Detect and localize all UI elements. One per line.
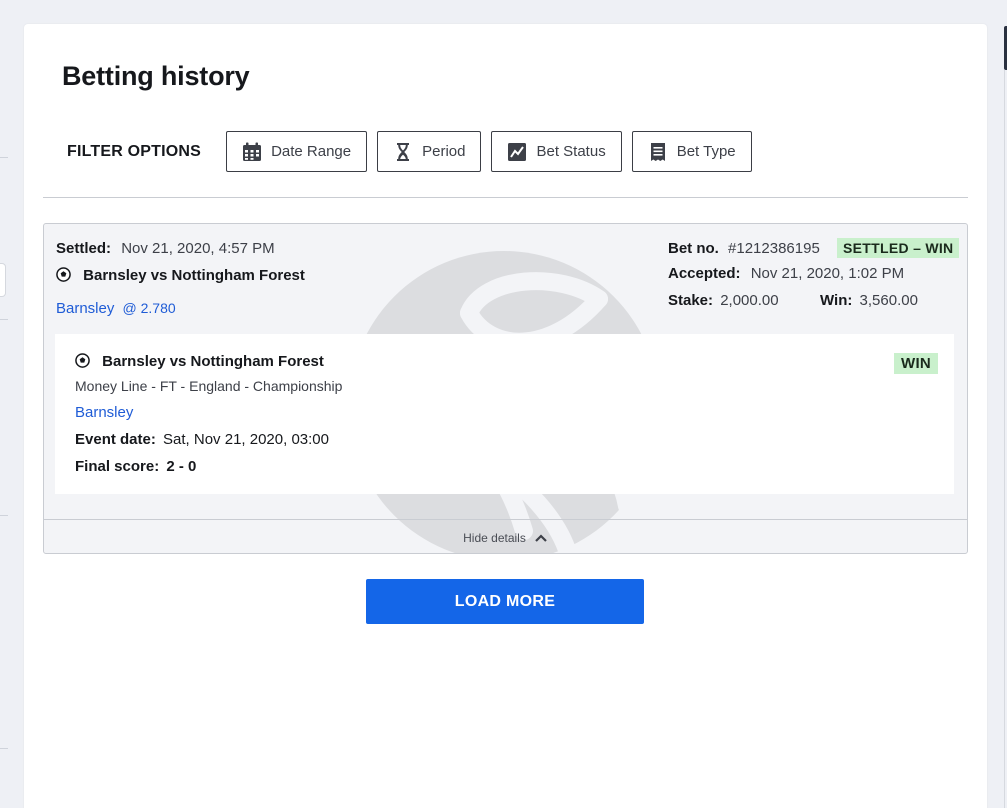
bet-type-label: Bet Type: [676, 143, 736, 160]
soccer-ball-icon: [56, 267, 71, 282]
rail-tick: [0, 748, 8, 749]
win-label: Win:: [820, 292, 853, 309]
event-date-row: Event date: Sat, Nov 21, 2020, 03:00: [75, 431, 329, 448]
receipt-icon: [650, 142, 665, 161]
date-range-filter-button[interactable]: Date Range: [226, 131, 368, 172]
filter-options: FILTER OPTIONS Date Range Period Bet Sta…: [67, 131, 762, 172]
accepted-label: Accepted:: [668, 265, 741, 282]
final-score-value: 2 - 0: [166, 458, 197, 475]
date-range-label: Date Range: [271, 143, 352, 160]
rail-tick: [0, 515, 8, 516]
soccer-ball-icon: [75, 353, 90, 368]
right-rail: [1003, 24, 1007, 808]
rail-tick: [0, 157, 8, 158]
left-rail: [0, 0, 10, 808]
win-row: Win: 3,560.00: [820, 292, 918, 309]
win-value: 3,560.00: [859, 292, 918, 309]
calendar-icon: [243, 142, 262, 161]
bet-number-label: Bet no.: [668, 240, 719, 257]
right-rail-line: [1004, 70, 1005, 808]
bet-type-filter-button[interactable]: Bet Type: [631, 131, 752, 172]
betting-history-panel: Betting history FILTER OPTIONS Date Rang…: [24, 24, 987, 808]
stake-value: 2,000.00: [720, 292, 779, 309]
rail-tick: [0, 319, 8, 320]
status-badge: SETTLED – WIN: [837, 238, 960, 258]
bet-status-label: Bet Status: [536, 143, 606, 160]
accepted-row: Accepted: Nov 21, 2020, 1:02 PM: [668, 265, 904, 282]
hide-details-label: Hide details: [463, 530, 526, 545]
market-description: Money Line - FT - England - Championship: [75, 378, 343, 394]
match-name: Barnsley vs Nottingham Forest: [83, 267, 305, 284]
hourglass-icon: [397, 142, 410, 161]
page-title: Betting history: [62, 61, 250, 91]
match-row: Barnsley vs Nottingham Forest: [56, 267, 305, 284]
selection-link[interactable]: Barnsley: [56, 300, 114, 317]
stake-row: Stake: 2,000.00: [668, 292, 779, 309]
settled-label: Settled:: [56, 240, 112, 257]
final-score-row: Final score: 2 - 0: [75, 458, 196, 475]
accepted-value: Nov 21, 2020, 1:02 PM: [750, 265, 905, 282]
bet-card: Settled: Nov 21, 2020, 4:57 PM Barnsley …: [43, 223, 968, 554]
chart-icon: [508, 142, 527, 161]
odds-value: @ 2.780: [122, 300, 176, 316]
filter-options-label: FILTER OPTIONS: [67, 142, 202, 160]
bet-detail: Barnsley vs Nottingham Forest Money Line…: [55, 334, 954, 494]
stake-label: Stake:: [668, 292, 714, 309]
selection-row: Barnsley @ 2.780: [56, 300, 176, 317]
result-badge: WIN: [894, 353, 939, 374]
settled-value: Nov 21, 2020, 4:57 PM: [121, 240, 275, 257]
final-score-label: Final score:: [75, 458, 160, 475]
detail-match-row: Barnsley vs Nottingham Forest: [75, 353, 324, 370]
detail-match-name: Barnsley vs Nottingham Forest: [102, 353, 324, 370]
bet-status-filter-button[interactable]: Bet Status: [491, 131, 622, 172]
settled-row: Settled: Nov 21, 2020, 4:57 PM: [56, 240, 275, 257]
hide-details-toggle[interactable]: Hide details: [44, 519, 967, 553]
period-filter-button[interactable]: Period: [377, 131, 482, 172]
filter-divider: [43, 197, 968, 198]
bet-number-value: #1212386195: [728, 240, 820, 257]
event-date-value: Sat, Nov 21, 2020, 03:00: [163, 431, 329, 448]
chevron-up-icon: [535, 533, 547, 542]
detail-selection-link[interactable]: Barnsley: [75, 404, 133, 421]
rail-tab[interactable]: [0, 263, 6, 297]
event-date-label: Event date:: [75, 431, 156, 448]
period-label: Period: [422, 143, 466, 160]
load-more-button[interactable]: LOAD MORE: [366, 579, 644, 624]
bet-number-row: Bet no. #1212386195: [668, 240, 820, 257]
